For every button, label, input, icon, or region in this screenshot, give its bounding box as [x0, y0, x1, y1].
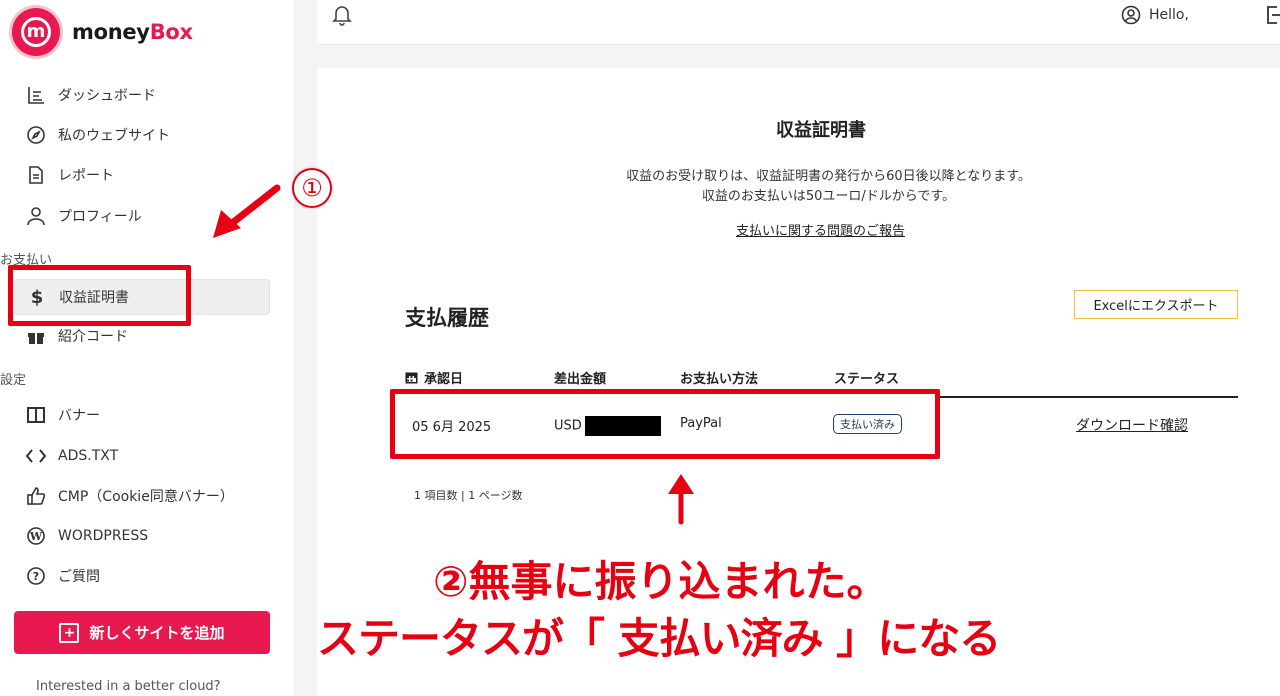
greeting-text: Hello,: [1149, 7, 1189, 23]
sidebar-item-banner[interactable]: バナー: [14, 397, 270, 433]
sidebar-item-label: CMP（Cookie同意バナー）: [58, 489, 234, 505]
sidebar-item-dashboard[interactable]: ダッシュボード: [14, 77, 270, 113]
bell-icon[interactable]: [332, 4, 352, 30]
document-icon: [22, 163, 50, 187]
top-header: Hello,: [317, 0, 1280, 45]
moneybox-logo-icon: m: [12, 8, 60, 56]
column-header-status[interactable]: ステータス: [834, 368, 899, 387]
compass-icon: [22, 123, 50, 147]
calendar-icon: [405, 372, 418, 384]
section-label-settings: 設定: [0, 373, 27, 388]
annotation-step-2-line-2: ステータスが「 支払い済み 」になる: [317, 614, 1001, 663]
plus-icon: +: [59, 622, 80, 643]
annotation-highlight-sidebar: [8, 265, 191, 326]
annotation-step-1: ①: [292, 168, 332, 208]
gift-icon: [22, 324, 50, 348]
add-site-label: 新しくサイトを追加: [89, 624, 225, 642]
payment-history-title: 支払履歴: [405, 306, 489, 330]
annotation-arrow-down-left-icon: [213, 184, 281, 238]
logo-text: moneyBox: [72, 20, 193, 44]
wordpress-icon: W: [22, 524, 50, 548]
user-account-icon[interactable]: [1121, 5, 1141, 29]
sidebar-item-ads-txt[interactable]: ADS.TXT: [14, 438, 270, 474]
export-excel-button[interactable]: Excelにエクスポート: [1074, 290, 1238, 319]
sidebar-item-faq[interactable]: ? ご質問: [14, 558, 270, 594]
sidebar-item-cmp[interactable]: CMP（Cookie同意バナー）: [14, 478, 270, 514]
sidebar-item-label: 紹介コード: [58, 329, 128, 345]
svg-text:?: ?: [33, 570, 39, 583]
sidebar-item-label: ご質問: [58, 569, 100, 585]
dashboard-icon: [22, 83, 50, 107]
question-icon: ?: [22, 564, 50, 588]
column-header-payment-method[interactable]: お支払い方法: [680, 368, 758, 387]
svg-text:W: W: [29, 530, 43, 543]
sidebar-item-label: レポート: [58, 168, 114, 184]
page-title: 収益証明書: [776, 120, 866, 141]
annotation-step-2-line-1: ②無事に振り込まれた。: [433, 557, 889, 606]
annotation-highlight-row: [390, 389, 940, 459]
user-icon: [22, 204, 50, 228]
add-site-button[interactable]: + 新しくサイトを追加: [14, 611, 270, 654]
payment-issue-report-link[interactable]: 支払いに関する問題のご報告: [317, 220, 1280, 239]
sidebar-item-my-websites[interactable]: 私のウェブサイト: [14, 117, 270, 153]
download-confirmation-link[interactable]: ダウンロード確認: [1076, 415, 1188, 435]
sidebar-item-label: ダッシュボード: [58, 88, 156, 104]
notice-line-1: 収益のお受け取りは、収益証明書の発行から60日後以降となります。: [626, 169, 1031, 184]
moneybox-logo[interactable]: m moneyBox: [12, 8, 193, 56]
annotation-arrow-up-icon: [668, 474, 694, 525]
sidebar-item-label: バナー: [58, 408, 100, 424]
column-header-amount[interactable]: 差出金額: [554, 368, 606, 387]
sidebar-item-label: WORDPRESS: [58, 528, 149, 544]
sidebar-item-label: プロフィール: [58, 209, 142, 225]
sidebar-item-wordpress[interactable]: W WORDPRESS: [14, 518, 270, 554]
thumbs-up-icon: [22, 484, 50, 508]
notice-line-2: 収益のお支払いは50ユーロ/ドルからです。: [701, 189, 956, 204]
banner-icon: [22, 403, 50, 427]
pagination-info: 1 項目数 | 1 ページ数: [414, 489, 523, 502]
cloud-promo-text: Interested in a better cloud?: [36, 679, 221, 694]
sidebar-item-label: 私のウェブサイト: [58, 128, 170, 144]
sidebar: m moneyBox ダッシュボード 私のウェブサイト レポート プロフィール …: [0, 0, 295, 696]
logout-icon[interactable]: [1265, 5, 1280, 29]
sidebar-item-label: ADS.TXT: [58, 448, 119, 464]
table-divider: [937, 396, 1238, 398]
code-icon: [22, 444, 50, 468]
column-header-approval-date[interactable]: 承認日: [405, 368, 463, 387]
